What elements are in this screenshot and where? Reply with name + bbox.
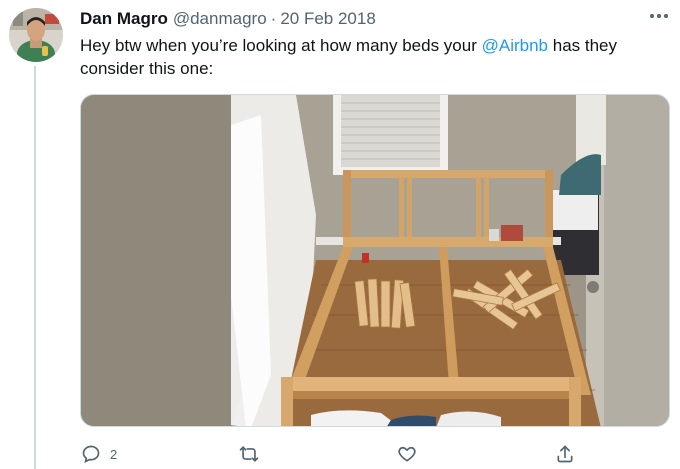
like-button[interactable] [396,442,418,466]
retweet-icon [238,443,260,465]
share-icon [554,443,576,465]
retweet-button[interactable] [238,442,260,466]
reply-icon [80,443,102,465]
tweet-text: Hey btw when you’re looking at how many … [80,34,665,80]
tweet-date[interactable]: 20 Feb 2018 [280,9,375,29]
more-options-button[interactable] [646,6,672,26]
tweet-actions: 2 [80,442,580,466]
tweet-header: Dan Magro @danmagro · 20 Feb 2018 [80,9,660,31]
tweet-text-part1: Hey btw when you’re looking at how many … [80,36,482,55]
avatar-image [9,8,63,62]
more-icon [648,5,670,27]
tweet-photo[interactable] [80,94,670,427]
reply-button[interactable]: 2 [80,442,117,466]
share-button[interactable] [554,442,576,466]
avatar[interactable] [9,8,63,62]
reply-count: 2 [110,446,118,462]
bed-frame-photo [81,95,669,426]
author-display-name[interactable]: Dan Magro [80,9,168,29]
header-separator: · [270,9,277,28]
mention-link[interactable]: @Airbnb [482,36,548,55]
author-handle[interactable]: @danmagro [173,9,267,29]
like-icon [396,443,418,465]
thread-line [34,66,36,469]
